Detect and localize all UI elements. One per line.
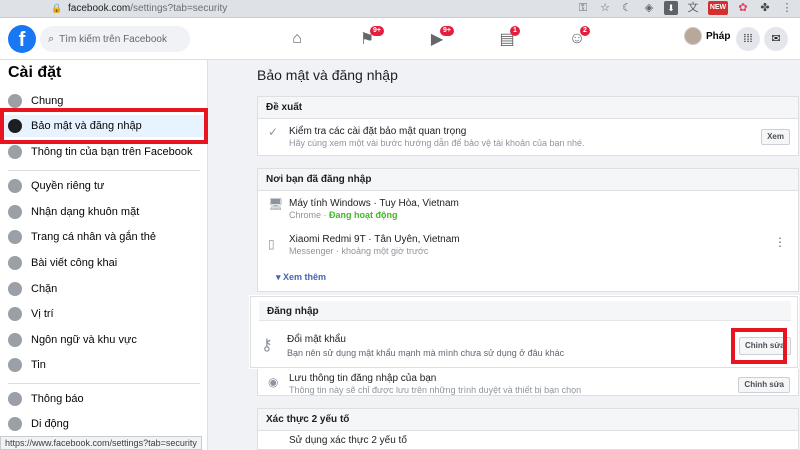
tab-groups[interactable]: ☺ 2 [542, 18, 612, 60]
page-title: Bảo mật và đăng nhập [257, 67, 398, 83]
messenger-icon: ✉ [771, 33, 781, 45]
list-item[interactable]: Sử dụng xác thực 2 yếu tố [258, 431, 798, 450]
sidebar-item-stories[interactable]: Tin [8, 354, 200, 376]
profile-link[interactable]: Pháp [684, 27, 730, 45]
recommendations-card: Đề xuất ✓ Kiểm tra các cài đặt bảo mật q… [257, 96, 799, 156]
facebook-logo[interactable]: f [8, 25, 36, 53]
where-logged-in-card: Nơi bạn đã đăng nhập 🖥 Máy tính Windows … [257, 168, 799, 292]
sidebar-title: Cài đặt [8, 64, 62, 81]
change-password-desc: Bạn nên sử dụng mật khẩu mạnh mà mình ch… [287, 348, 565, 358]
sidebar-item-your-info[interactable]: Thông tin của bạn trên Facebook [8, 141, 200, 163]
card-header: Đăng nhập [259, 301, 791, 321]
address-bar[interactable]: facebook.com/settings?tab=security [68, 3, 227, 14]
gear-icon [8, 94, 22, 108]
nav-tabs: ⌂ ⚑ 9+ ▶ 9+ ▤ 1 ☺ 2 [262, 18, 612, 60]
save-login-row[interactable]: ◉ Lưu thông tin đăng nhập của bạn Thông … [258, 373, 798, 397]
check-shield-icon: ✓ [268, 125, 279, 139]
messenger-button[interactable]: ✉ [764, 27, 788, 51]
sidebar-item-profile-tagging[interactable]: Trang cá nhân và gắn thẻ [8, 226, 200, 248]
search-input[interactable] [59, 33, 180, 45]
two-factor-card: Xác thực 2 yếu tố Sử dụng xác thực 2 yếu… [257, 408, 799, 450]
app-extension-icon[interactable]: ✿ [736, 1, 750, 15]
tab-home[interactable]: ⌂ [262, 18, 332, 60]
change-password-title: Đổi mật khẩu [287, 334, 346, 345]
search-box[interactable]: ⌕ [40, 26, 190, 52]
sidebar-item-privacy[interactable]: Quyền riêng tư [8, 175, 200, 197]
tab-pages[interactable]: ⚑ 9+ [332, 18, 402, 60]
browser-extensions: ⚿ ☆ ☾ ◈ ⬇ 文 NEW ✿ ✤ ⋮ [576, 1, 794, 15]
highlight-box [0, 108, 208, 144]
computer-icon: 🖥 [268, 197, 284, 211]
home-icon: ⌂ [292, 30, 302, 47]
browser-toolbar: 🔒 facebook.com/settings?tab=security ⚿ ☆… [0, 0, 800, 18]
fb-icon [8, 145, 22, 159]
sidebar-item-location[interactable]: Vị trí [8, 303, 200, 325]
notification-badge: 9+ [440, 26, 454, 36]
see-more-link[interactable]: ▾ Xem thêm [276, 272, 326, 283]
search-icon: ⌕ [48, 32, 55, 45]
mobile-icon [8, 417, 22, 431]
more-options-icon[interactable]: ⋮ [774, 235, 786, 249]
edit-button[interactable]: Chỉnh sửa [738, 377, 790, 393]
translate-icon[interactable]: 文 [686, 1, 700, 15]
sidebar-item-public-posts[interactable]: Bài viết công khai [8, 252, 200, 274]
star-icon[interactable]: ☆ [598, 1, 612, 15]
download-icon[interactable]: ⬇ [664, 1, 678, 15]
sidebar-item-notifications[interactable]: Thông báo [8, 388, 200, 410]
menu-dots-icon[interactable]: ⋮ [780, 1, 794, 15]
story-icon [8, 358, 22, 372]
session-row[interactable]: 🖥 Máy tính Windows · Tuy Hòa, Vietnam Ch… [258, 191, 798, 231]
key-icon: ⚷ [261, 337, 273, 354]
status-bar: https://www.facebook.com/settings?tab=se… [0, 436, 202, 450]
notification-badge: 1 [510, 26, 520, 36]
block-icon [8, 282, 22, 296]
sidebar-divider [8, 170, 200, 171]
puzzle-icon[interactable]: ✤ [758, 1, 772, 15]
user-icon: ◉ [268, 375, 279, 389]
avatar [684, 27, 702, 45]
main-content: Bảo mật và đăng nhập Đề xuất ✓ Kiểm tra … [208, 60, 800, 450]
phone-icon: ▯ [268, 237, 275, 251]
sidebar-divider [8, 383, 200, 384]
key-icon[interactable]: ⚿ [576, 1, 590, 15]
tag-icon [8, 230, 22, 244]
moon-icon[interactable]: ☾ [620, 1, 634, 15]
language-icon [8, 333, 22, 347]
tab-watch[interactable]: ▶ 9+ [402, 18, 472, 60]
highlight-box [731, 328, 787, 364]
news-extension-icon[interactable]: NEW [708, 1, 728, 15]
bell-icon [8, 392, 22, 406]
menu-button[interactable]: ⁞⁞⁞ [736, 27, 760, 51]
card-header: Đề xuất [258, 97, 798, 119]
list-item[interactable]: ✓ Kiểm tra các cài đặt bảo mật quan trọn… [258, 119, 798, 155]
notification-badge: 2 [580, 26, 590, 36]
tab-marketplace[interactable]: ▤ 1 [472, 18, 542, 60]
face-icon [8, 205, 22, 219]
login-highlight-card: Đăng nhập ⚷ Đổi mật khẩu Bạn nên sử dụng… [250, 296, 798, 368]
sidebar-item-language[interactable]: Ngôn ngữ và khu vực [8, 329, 200, 351]
change-password-row[interactable]: ⚷ Đổi mật khẩu Bạn nên sử dụng mật khẩu … [259, 327, 791, 363]
view-button[interactable]: Xem [761, 129, 790, 145]
sidebar-item-mobile[interactable]: Di động [8, 413, 200, 435]
lock-icon: 🔒 [51, 3, 63, 13]
card-header: Nơi bạn đã đăng nhập [258, 169, 798, 191]
notification-badge: 9+ [370, 26, 384, 36]
session-row[interactable]: ▯ Xiaomi Redmi 9T · Tân Uyên, Vietnam Me… [258, 231, 798, 265]
location-icon [8, 307, 22, 321]
sidebar-item-face-recognition[interactable]: Nhận dạng khuôn mặt [8, 201, 200, 223]
card-header: Xác thực 2 yếu tố [258, 409, 798, 431]
grid-icon: ⁞⁞⁞ [743, 33, 753, 45]
lock-icon [8, 179, 22, 193]
shield-icon[interactable]: ◈ [642, 1, 656, 15]
top-navigation: f ⌕ ⌂ ⚑9+ ▶9+ ▤1 ☺2 Pháp ⁞⁞⁞ ✉ [0, 18, 800, 60]
globe-icon [8, 256, 22, 270]
sidebar-item-blocking[interactable]: Chặn [8, 278, 200, 300]
profile-name: Pháp [706, 30, 731, 42]
